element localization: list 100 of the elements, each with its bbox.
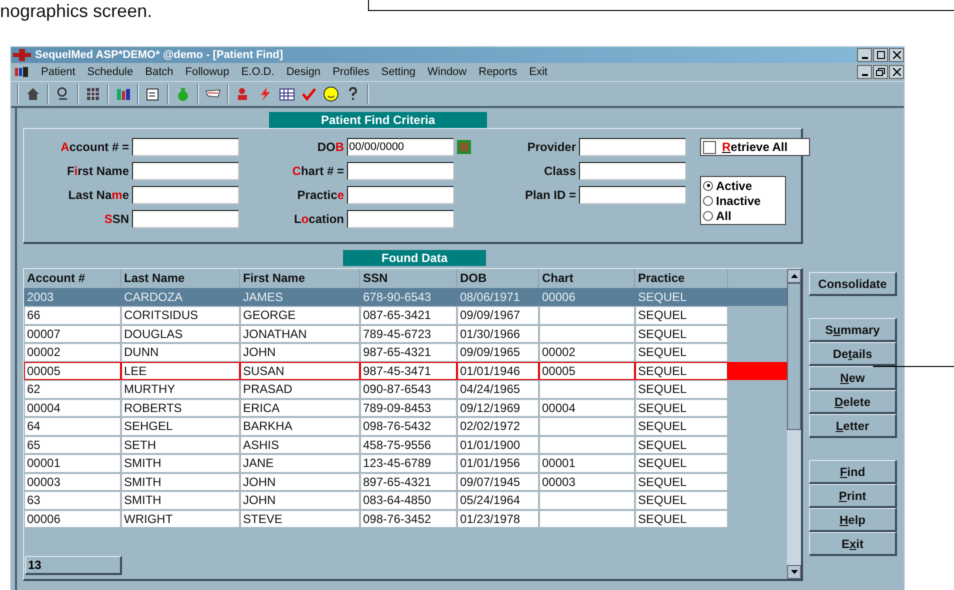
checkmark-icon[interactable] [301, 86, 317, 102]
notepad-icon[interactable] [145, 86, 161, 102]
menu-item[interactable]: E.O.D. [241, 66, 274, 78]
radio-icon[interactable] [703, 196, 713, 206]
table-cell: 00003 [24, 472, 121, 491]
action-button[interactable]: Delete [809, 390, 897, 414]
action-button[interactable]: Print [809, 484, 897, 508]
table-cell: SEQUEL [635, 436, 728, 454]
status-radio[interactable]: All [703, 208, 783, 223]
people-icon[interactable] [115, 86, 131, 102]
menu-item[interactable]: Reports [478, 66, 518, 78]
app-menu-icon[interactable] [15, 66, 29, 78]
table-row[interactable]: 64 SEHGEL BARKHA 098-76-5432 02/02/1972 SEQUEL [24, 417, 787, 436]
radio-icon[interactable] [703, 210, 713, 220]
close-button[interactable] [889, 48, 904, 62]
house-icon[interactable] [25, 86, 41, 102]
retrieve-all-checkbox[interactable]: Retrieve All [700, 138, 810, 156]
input-field[interactable] [347, 162, 454, 180]
menu-item[interactable]: Patient [41, 66, 76, 78]
table-row[interactable]: 63 SMITH JOHN 083-64-4850 05/24/1964 SEQUEL [24, 491, 787, 510]
column-header[interactable]: SSN [360, 269, 457, 288]
column-header[interactable]: First Name [240, 269, 360, 288]
table-cell: 00003 [539, 472, 635, 491]
minimize-icon [862, 57, 868, 59]
column-header[interactable]: Chart [539, 269, 635, 288]
input-field[interactable] [579, 138, 686, 156]
maximize-button[interactable] [873, 48, 888, 62]
action-button[interactable]: Details [809, 342, 897, 366]
table-row[interactable]: 00002 DUNN JOHN 987-65-4321 09/09/1965 00002 SEQUEL [24, 343, 787, 362]
table-row[interactable]: 2003 CARDOZA JAMES 678-90-6543 08/06/1971 00006 SEQUEL [24, 288, 787, 306]
minimize-icon [862, 74, 868, 76]
action-button[interactable]: New [809, 366, 897, 390]
column-header[interactable]: Practice [635, 269, 728, 288]
table-cell: SEHGEL [121, 417, 240, 436]
status-radio[interactable]: Active [703, 178, 783, 193]
table-cell: 098-76-5432 [360, 417, 457, 436]
input-field[interactable] [132, 138, 239, 156]
input-field[interactable] [347, 210, 454, 228]
table-cell: 01/30/1966 [457, 324, 539, 343]
column-header[interactable]: Last Name [121, 269, 240, 288]
table-row[interactable]: 00005 LEE SUSAN 987-45-3471 01/01/1946 00005 SEQUEL [24, 362, 787, 380]
column-header[interactable]: DOB [457, 269, 539, 288]
table-row[interactable]: 00003 SMITH JOHN 897-65-4321 09/07/1945 00003 SEQUEL [24, 472, 787, 491]
table-cell: DUNN [121, 343, 240, 362]
table-cell: 01/01/1946 [457, 362, 539, 380]
table-cell: SMITH [121, 472, 240, 491]
restore-button[interactable] [873, 65, 888, 79]
section-header: Patient Find Criteria [269, 112, 487, 128]
action-button[interactable]: Summary [809, 318, 897, 342]
close-button[interactable] [889, 65, 904, 79]
field-label: Plan ID = [524, 188, 576, 202]
action-button[interactable]: Exit [809, 532, 897, 556]
table-row[interactable]: 65 SETH ASHIS 458-75-9556 01/01/1900 SEQUEL [24, 436, 787, 454]
menu-item[interactable]: Exit [529, 66, 548, 78]
input-field[interactable] [347, 186, 454, 204]
radio-icon[interactable] [703, 180, 713, 190]
date-field[interactable]: 00/00/0000 [347, 138, 454, 156]
table-cell: SEQUEL [635, 454, 728, 472]
input-field[interactable] [132, 162, 239, 180]
menu-item[interactable]: Profiles [332, 66, 370, 78]
menu-item[interactable]: Followup [185, 66, 230, 78]
minimize-button[interactable] [857, 65, 872, 79]
input-field[interactable] [579, 186, 686, 204]
menu-item[interactable]: Window [428, 66, 467, 78]
grid-icon[interactable] [85, 86, 101, 102]
table-cell: 00002 [539, 343, 635, 362]
table-row[interactable]: 66 CORITSIDUS GEORGE 087-65-3421 09/09/1967 SEQUEL [24, 306, 787, 324]
calendar-icon[interactable] [279, 86, 295, 102]
up-arrow-icon[interactable] [790, 274, 798, 278]
action-button[interactable]: Find [809, 460, 897, 484]
menu-item[interactable]: Schedule [87, 66, 134, 78]
table-cell: 66 [24, 306, 121, 324]
table-row[interactable]: 62 MURTHY PRASAD 090-87-6543 04/24/1965 SEQUEL [24, 380, 787, 398]
field-label: Provider [526, 140, 576, 154]
close-icon [892, 51, 900, 59]
column-header[interactable]: Account # [24, 269, 121, 288]
input-field[interactable] [132, 186, 239, 204]
smiley-icon[interactable] [323, 86, 339, 102]
table-cell: 00001 [539, 454, 635, 472]
table-cell: BARKHA [240, 417, 360, 436]
menu-item[interactable]: Design [286, 66, 321, 78]
menu-item[interactable]: Batch [145, 66, 174, 78]
table-cell: ERICA [240, 398, 360, 417]
table-row[interactable]: 00007 DOUGLAS JONATHAN 789-45-6723 01/30/1966 SEQUEL [24, 324, 787, 343]
table-row[interactable]: 00004 ROBERTS ERICA 789-09-8453 09/12/1969 00004 SEQUEL [24, 398, 787, 417]
action-button[interactable]: Consolidate [809, 272, 897, 296]
table-row[interactable]: 00006 WRIGHT STEVE 098-76-3452 01/23/1978 SEQUEL [24, 510, 787, 528]
action-button[interactable]: Letter [809, 414, 897, 438]
status-radio[interactable]: Inactive [703, 193, 783, 208]
input-field[interactable] [579, 162, 686, 180]
table-row[interactable]: 00001 SMITH JANE 123-45-6789 01/01/1956 00001 SEQUEL [24, 454, 787, 472]
menu-item[interactable]: Setting [381, 66, 416, 78]
table-cell: 63 [24, 491, 121, 510]
table-cell: 00005 [539, 362, 635, 380]
down-arrow-icon[interactable] [790, 570, 798, 574]
table-cell: SEQUEL [635, 306, 728, 324]
input-field[interactable] [132, 210, 239, 228]
scrollbar[interactable] [787, 269, 801, 579]
action-button[interactable]: Help [809, 508, 897, 532]
minimize-button[interactable] [857, 48, 872, 62]
